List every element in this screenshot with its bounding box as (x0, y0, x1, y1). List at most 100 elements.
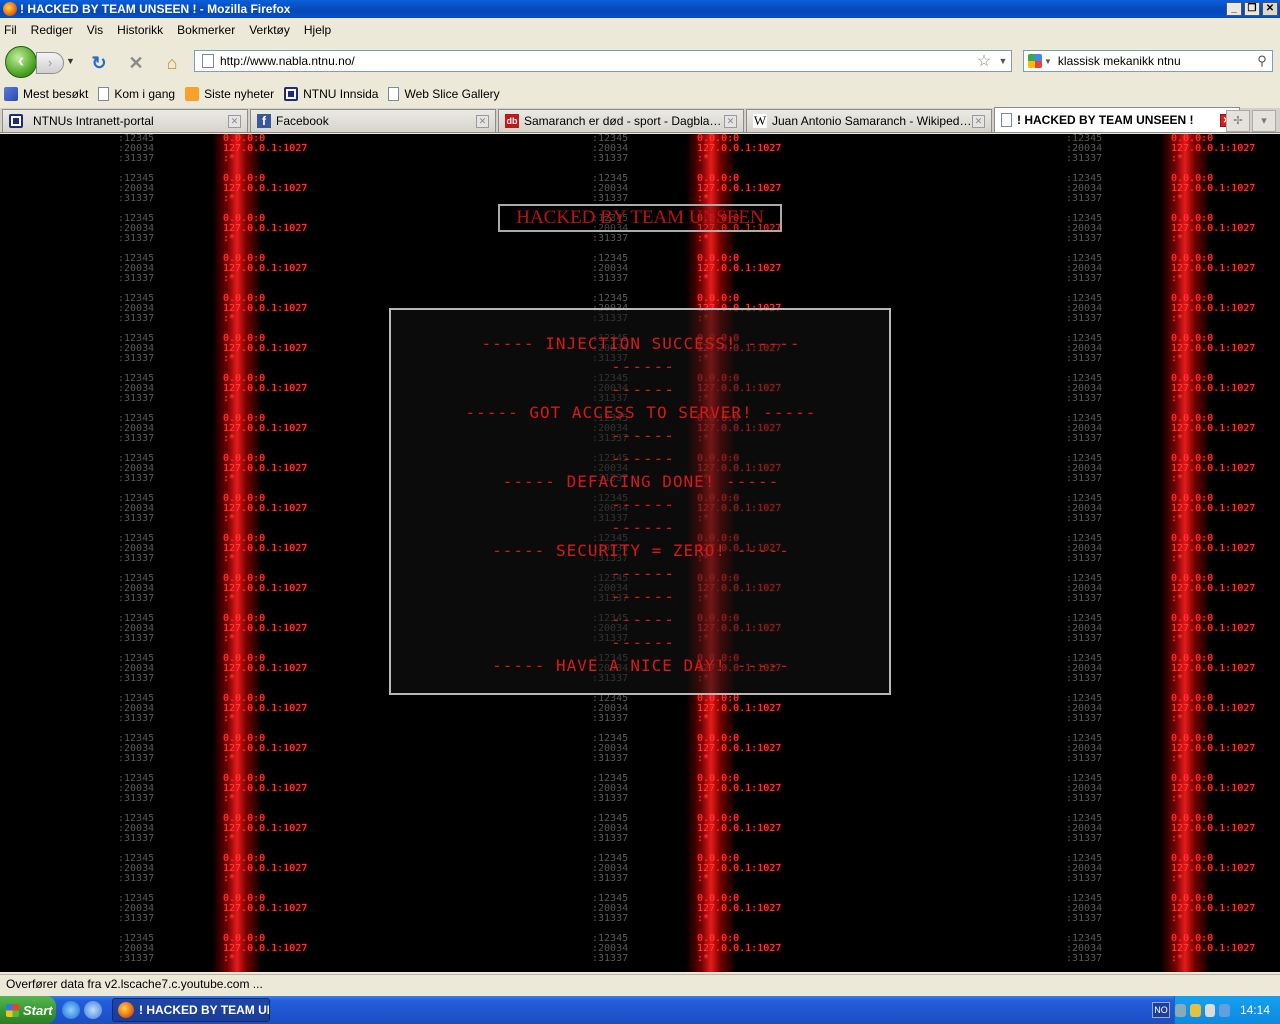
google-icon[interactable] (1028, 54, 1042, 68)
dash-line: ------ (611, 495, 675, 514)
bookmark-getting-started[interactable]: Kom i gang (98, 87, 175, 101)
search-input[interactable] (1057, 54, 1252, 68)
connection-entry: 0.0.0:0 127.0.0.1:1027 :* (697, 773, 782, 804)
message-defacing: ----- DEFACING DONE! ----- (502, 472, 780, 491)
close-tab-icon[interactable]: ✕ (972, 114, 985, 128)
show-desktop-icon[interactable] (84, 1001, 102, 1019)
connection-entry: 0.0.0:0 127.0.0.1:1027 :* (1171, 493, 1256, 524)
page-icon (98, 87, 110, 101)
start-button[interactable]: Start (0, 996, 56, 1024)
url-dropdown-icon[interactable]: ▼ (995, 56, 1011, 66)
dash-line: ------ (611, 426, 675, 445)
maximize-button[interactable]: ❐ (1244, 2, 1260, 16)
connection-entry: :12345 :20034 :31337 (592, 733, 629, 764)
update-icon[interactable] (1219, 1003, 1230, 1017)
connection-entry: :12345 :20034 :31337 (118, 493, 155, 524)
port-column: :12345 :20034 :31337 :12345 :20034 :31337… (118, 134, 218, 972)
bookmark-most-visited[interactable]: Mest besøkt (4, 87, 88, 101)
message-nice-day: ----- HAVE A NICE DAY! ----- (492, 656, 790, 675)
page-icon (202, 54, 214, 68)
connection-entry: 0.0.0:0 127.0.0.1:1027 :* (697, 813, 782, 844)
connection-entry: 0.0.0:0 127.0.0.1:1027 :* (223, 293, 308, 324)
bookmark-web-slice-gallery[interactable]: Web Slice Gallery (388, 87, 500, 101)
list-all-tabs-button[interactable]: ▾ (1252, 110, 1276, 132)
connection-entry: 0.0.0:0 127.0.0.1:1027 :* (223, 533, 308, 564)
connection-entry: 0.0.0:0 127.0.0.1:1027 :* (1171, 134, 1256, 164)
connection-entry: :12345 :20034 :31337 (118, 134, 155, 164)
home-icon[interactable]: ⌂ (162, 53, 182, 73)
close-tab-icon[interactable]: ✕ (724, 114, 737, 128)
dash-line: ------ (611, 449, 675, 468)
search-icon[interactable]: ⚲ (1252, 53, 1272, 69)
tab-facebook[interactable]: f Facebook ✕ (250, 109, 496, 132)
port-column: :12345 :20034 :31337 :12345 :20034 :31337… (1066, 134, 1166, 972)
bookmark-latest-news[interactable]: Siste nyheter (185, 87, 274, 101)
forward-button[interactable]: › (36, 52, 64, 74)
history-dropdown-icon[interactable]: ▼ (66, 56, 75, 66)
connection-entry: 0.0.0:0 127.0.0.1:1027 :* (1171, 853, 1256, 884)
tab-dagbladet[interactable]: db Samaranch er død - sport - Dagbladet.… (498, 109, 744, 132)
minimize-button[interactable]: _ (1226, 2, 1242, 16)
connection-entry: :12345 :20034 :31337 (118, 293, 155, 324)
connection-entry: :12345 :20034 :31337 (118, 573, 155, 604)
connection-entry: :12345 :20034 :31337 (592, 813, 629, 844)
connection-entry: 0.0.0:0 127.0.0.1:1027 :* (697, 693, 782, 724)
menu-tools[interactable]: Verktøy (249, 23, 290, 37)
connection-entry: :12345 :20034 :31337 (1066, 453, 1103, 484)
language-indicator[interactable]: NO (1152, 1002, 1170, 1018)
connection-entry: :12345 :20034 :31337 (118, 653, 155, 684)
bookmark-star-icon[interactable]: ☆ (973, 51, 995, 71)
close-tab-icon[interactable]: ✕ (228, 114, 241, 128)
tab-wikipedia[interactable]: W Juan Antonio Samaranch - Wikipedia, ..… (746, 109, 992, 132)
menu-view[interactable]: Vis (87, 23, 103, 37)
menu-file[interactable]: Fil (4, 23, 17, 37)
dagbladet-icon: db (505, 114, 519, 128)
close-window-button[interactable]: ✕ (1262, 2, 1278, 16)
firefox-icon (3, 2, 17, 16)
reload-icon[interactable]: ↻ (89, 53, 109, 73)
connection-entry: 0.0.0:0 127.0.0.1:1027 :* (223, 373, 308, 404)
url-input[interactable] (220, 54, 973, 68)
new-tab-button[interactable]: ✢ (1226, 110, 1250, 132)
connection-entry: :12345 :20034 :31337 (1066, 293, 1103, 324)
connection-entry: 0.0.0:0 127.0.0.1:1027 :* (223, 733, 308, 764)
menu-edit[interactable]: Rediger (31, 23, 73, 37)
connection-entry: 0.0.0:0 127.0.0.1:1027 :* (1171, 733, 1256, 764)
menu-bookmarks[interactable]: Bokmerker (177, 23, 235, 37)
security-icon[interactable] (1189, 1003, 1201, 1017)
connection-entry: 0.0.0:0 127.0.0.1:1027 :* (1171, 413, 1256, 444)
close-tab-icon[interactable]: ✕ (476, 114, 489, 128)
search-bar[interactable]: ▼ ⚲ (1023, 50, 1273, 72)
connection-entry: 0.0.0:0 127.0.0.1:1027 :* (223, 613, 308, 644)
tab-ntnu-intranet[interactable]: NTNUs Intranett-portal ✕ (2, 109, 248, 132)
address-bar[interactable]: ☆ ▼ (194, 50, 1012, 72)
dash-line: ------ (611, 357, 675, 376)
dash-line: ------ (611, 610, 675, 629)
internet-explorer-icon[interactable] (62, 1001, 80, 1019)
dash-line: ------ (611, 587, 675, 606)
menu-history[interactable]: Historikk (117, 23, 163, 37)
connection-entry: 0.0.0:0 127.0.0.1:1027 :* (223, 173, 308, 204)
rss-icon (185, 87, 200, 101)
stop-icon[interactable]: ✕ (126, 53, 146, 73)
search-engine-dropdown-icon[interactable]: ▼ (1044, 57, 1052, 66)
tab-strip: NTNUs Intranett-portal ✕ f Facebook ✕ db… (0, 107, 1280, 133)
connection-entry: 0.0.0:0 127.0.0.1:1027 :* (697, 933, 782, 964)
taskbar-firefox-item[interactable]: ! HACKED BY TEAM UN... (112, 998, 270, 1022)
connection-entry: 0.0.0:0 127.0.0.1:1027 :* (1171, 613, 1256, 644)
back-arrow-icon: ‹ (17, 50, 25, 72)
volume-icon[interactable] (1204, 1003, 1216, 1017)
connection-entry: :12345 :20034 :31337 (1066, 813, 1103, 844)
connection-entry: :12345 :20034 :31337 (118, 253, 155, 284)
connection-entry: 0.0.0:0 127.0.0.1:1027 :* (223, 653, 308, 684)
connection-entry: :12345 :20034 :31337 (1066, 773, 1103, 804)
connection-entry: :12345 :20034 :31337 (592, 933, 629, 964)
connection-entry: 0.0.0:0 127.0.0.1:1027 :* (1171, 253, 1256, 284)
connection-entry: :12345 :20034 :31337 (118, 333, 155, 364)
menu-help[interactable]: Hjelp (304, 23, 331, 37)
connection-entry: :12345 :20034 :31337 (118, 853, 155, 884)
bookmark-ntnu-innsida[interactable]: NTNU Innsida (284, 87, 378, 101)
network-icon[interactable] (1175, 1003, 1186, 1017)
tab-hacked[interactable]: ! HACKED BY TEAM UNSEEN ! ✕ (994, 107, 1240, 132)
back-button[interactable]: ‹ (5, 46, 37, 78)
